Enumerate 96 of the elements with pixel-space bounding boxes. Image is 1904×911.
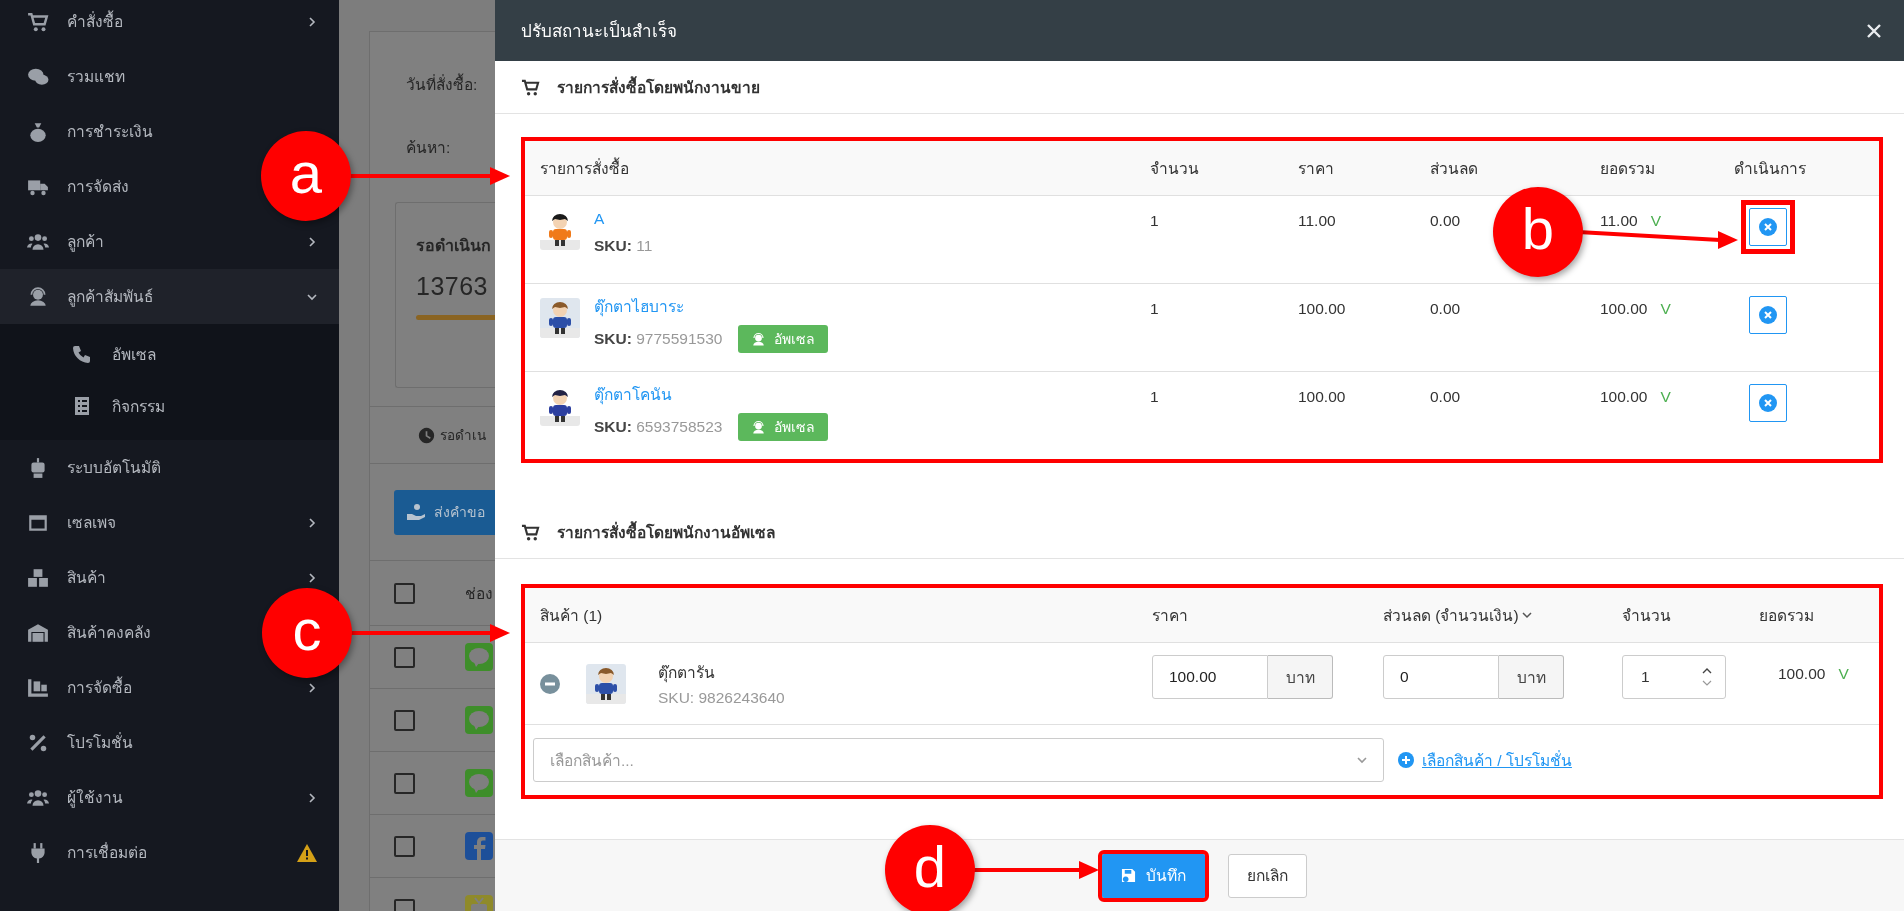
- remove-button[interactable]: [1749, 384, 1787, 422]
- minus-circle-icon[interactable]: [540, 673, 560, 694]
- chevron-icon: [307, 236, 317, 247]
- sku-text: SKU: 9826243640: [658, 689, 785, 707]
- price-input[interactable]: 100.00: [1152, 655, 1268, 699]
- close-icon[interactable]: [1866, 22, 1882, 39]
- dropdown-chevron-icon: [1357, 755, 1367, 765]
- sidebar-item[interactable]: ผู้ใช้งาน: [0, 770, 339, 825]
- field-label: ค้นหา:: [406, 138, 452, 158]
- column-header: ส่วนลด: [1429, 158, 1479, 179]
- column-header: ยอดรวม: [1599, 158, 1656, 179]
- sidebar-item[interactable]: คำสั่งซื้อ: [0, 0, 339, 49]
- close-circle-icon: [1759, 306, 1777, 324]
- total-amount: 100.00: [1600, 300, 1648, 319]
- sidebar-item[interactable]: ลูกค้าสัมพันธ์: [0, 269, 339, 324]
- checkbox[interactable]: [394, 646, 415, 668]
- discount-cell: 0.00: [1430, 300, 1461, 317]
- quantity-input[interactable]: 1: [1622, 655, 1726, 699]
- headset-icon: [751, 331, 767, 347]
- section-heading: รายการสั่งซื้อโดยพนักงานอัพเซล: [557, 520, 775, 543]
- remove-button[interactable]: [1749, 296, 1787, 334]
- checkbox[interactable]: [394, 582, 415, 604]
- headset-icon: [751, 419, 767, 435]
- sku-text: SKU: 9775591530: [594, 330, 723, 348]
- cancel-button[interactable]: ยกเลิก: [1228, 853, 1307, 898]
- chevron-icon: [307, 16, 317, 27]
- money-bag-icon: [27, 120, 49, 143]
- sidebar-item[interactable]: ระบบอัตโนมัติ: [0, 440, 339, 495]
- checkbox[interactable]: [394, 835, 415, 857]
- price-cell: 11.00: [1298, 212, 1336, 229]
- modal-title: ปรับสถานะเป็นสำเร็จ: [521, 19, 677, 43]
- check-mark: V: [1650, 212, 1661, 231]
- column-header: สินค้า (1): [540, 605, 603, 626]
- quantity-cell: 1: [1150, 300, 1159, 317]
- chevron-icon: [307, 517, 317, 528]
- column-header: ราคา: [1297, 158, 1335, 179]
- close-circle-icon: [1759, 218, 1777, 236]
- column-header: ส่วนลด (จำนวนเงิน): [1383, 605, 1519, 626]
- cart-icon: [521, 522, 540, 542]
- quantity-cell: 1: [1150, 388, 1159, 405]
- column-header: จำนวน: [1622, 605, 1671, 626]
- card-title: รอดำเนินก: [416, 236, 492, 256]
- warehouse-icon: [27, 621, 49, 644]
- clock-icon: [418, 426, 435, 444]
- sidebar-item[interactable]: รวมแชท: [0, 49, 339, 104]
- price-cell: 100.00: [1298, 388, 1346, 405]
- discount-cell: 0.00: [1430, 388, 1461, 405]
- section-heading: รายการสั่งซื้อโดยพนักงานขาย: [557, 75, 760, 98]
- sku-text: SKU: 6593758523: [594, 418, 723, 436]
- sku-text: SKU: 11: [594, 237, 653, 255]
- quantity-cell: 1: [1150, 212, 1159, 229]
- request-button[interactable]: ส่งคำขอ: [394, 489, 495, 535]
- checkbox[interactable]: [394, 709, 415, 731]
- cart-icon: [521, 77, 540, 97]
- total-amount: 11.00: [1600, 212, 1638, 231]
- discount-input[interactable]: 0: [1383, 655, 1499, 699]
- remove-button[interactable]: [1749, 208, 1787, 246]
- check-mark: V: [1660, 300, 1671, 319]
- close-circle-icon: [1759, 394, 1777, 412]
- boxes-icon: [27, 566, 49, 589]
- upsell-badge: อัพเซล: [738, 325, 829, 353]
- sidebar-item[interactable]: การเชื่อมต่อ: [0, 825, 339, 880]
- sidebar-item[interactable]: โปรโมชั่น: [0, 715, 339, 770]
- chevron-icon: [307, 792, 317, 803]
- chevron-icon: [307, 572, 317, 583]
- column-header: ยอดรวม: [1759, 605, 1814, 626]
- column-header: ช่อง: [465, 583, 493, 604]
- hand-icon: [406, 502, 426, 522]
- headset-icon: [27, 285, 49, 308]
- product-name: ตุ๊กตารัน: [658, 663, 716, 685]
- discount-cell: 0.00: [1430, 212, 1461, 229]
- column-header: จำนวน: [1149, 158, 1200, 179]
- check-mark: V: [1660, 388, 1671, 407]
- upsell-badge: อัพเซล: [738, 413, 829, 441]
- column-header: ดำเนินการ: [1733, 158, 1807, 179]
- field-label: วันที่สั่งซื้อ:: [406, 72, 495, 97]
- column-header: รายการสั่งซื้อ: [539, 156, 630, 179]
- total-amount: 100.00: [1600, 388, 1648, 407]
- sidebar-item[interactable]: กิจกรรม: [0, 380, 339, 432]
- total-amount: 100.00: [1778, 665, 1826, 683]
- column-header: ราคา: [1152, 605, 1188, 626]
- phone-icon: [72, 344, 92, 364]
- check-mark: V: [1838, 665, 1849, 683]
- currency-addon: บาท: [1499, 655, 1564, 699]
- dolly-icon: [27, 676, 49, 699]
- order-count: 13763: [416, 272, 490, 301]
- list-icon: [72, 396, 92, 416]
- chevron-icon: [307, 682, 317, 693]
- plus-circle-icon: [1398, 752, 1414, 768]
- currency-addon: บาท: [1268, 655, 1333, 699]
- chevron-icon: [307, 291, 317, 302]
- price-cell: 100.00: [1298, 300, 1346, 317]
- checkbox[interactable]: [394, 772, 415, 794]
- sidebar-item[interactable]: เซลเพจ: [0, 495, 339, 550]
- sidebar-item[interactable]: อัพเซล: [0, 328, 339, 380]
- cart-icon: [27, 10, 49, 33]
